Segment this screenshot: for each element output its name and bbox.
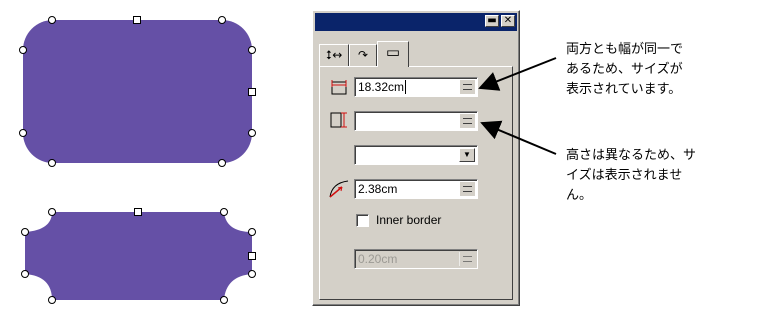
callout-width-note: 両方とも幅が同一で あるため、サイズが 表示されています。: [566, 42, 684, 97]
rectangle-icon: ▭: [385, 43, 401, 61]
arrow-to-height: [480, 120, 557, 155]
arrow-to-width: [478, 57, 557, 91]
tab-rectangle[interactable]: ▭: [377, 41, 409, 67]
callout-height-note: 高さは異なるため、サ イズは表示されませ ん。: [566, 148, 697, 203]
